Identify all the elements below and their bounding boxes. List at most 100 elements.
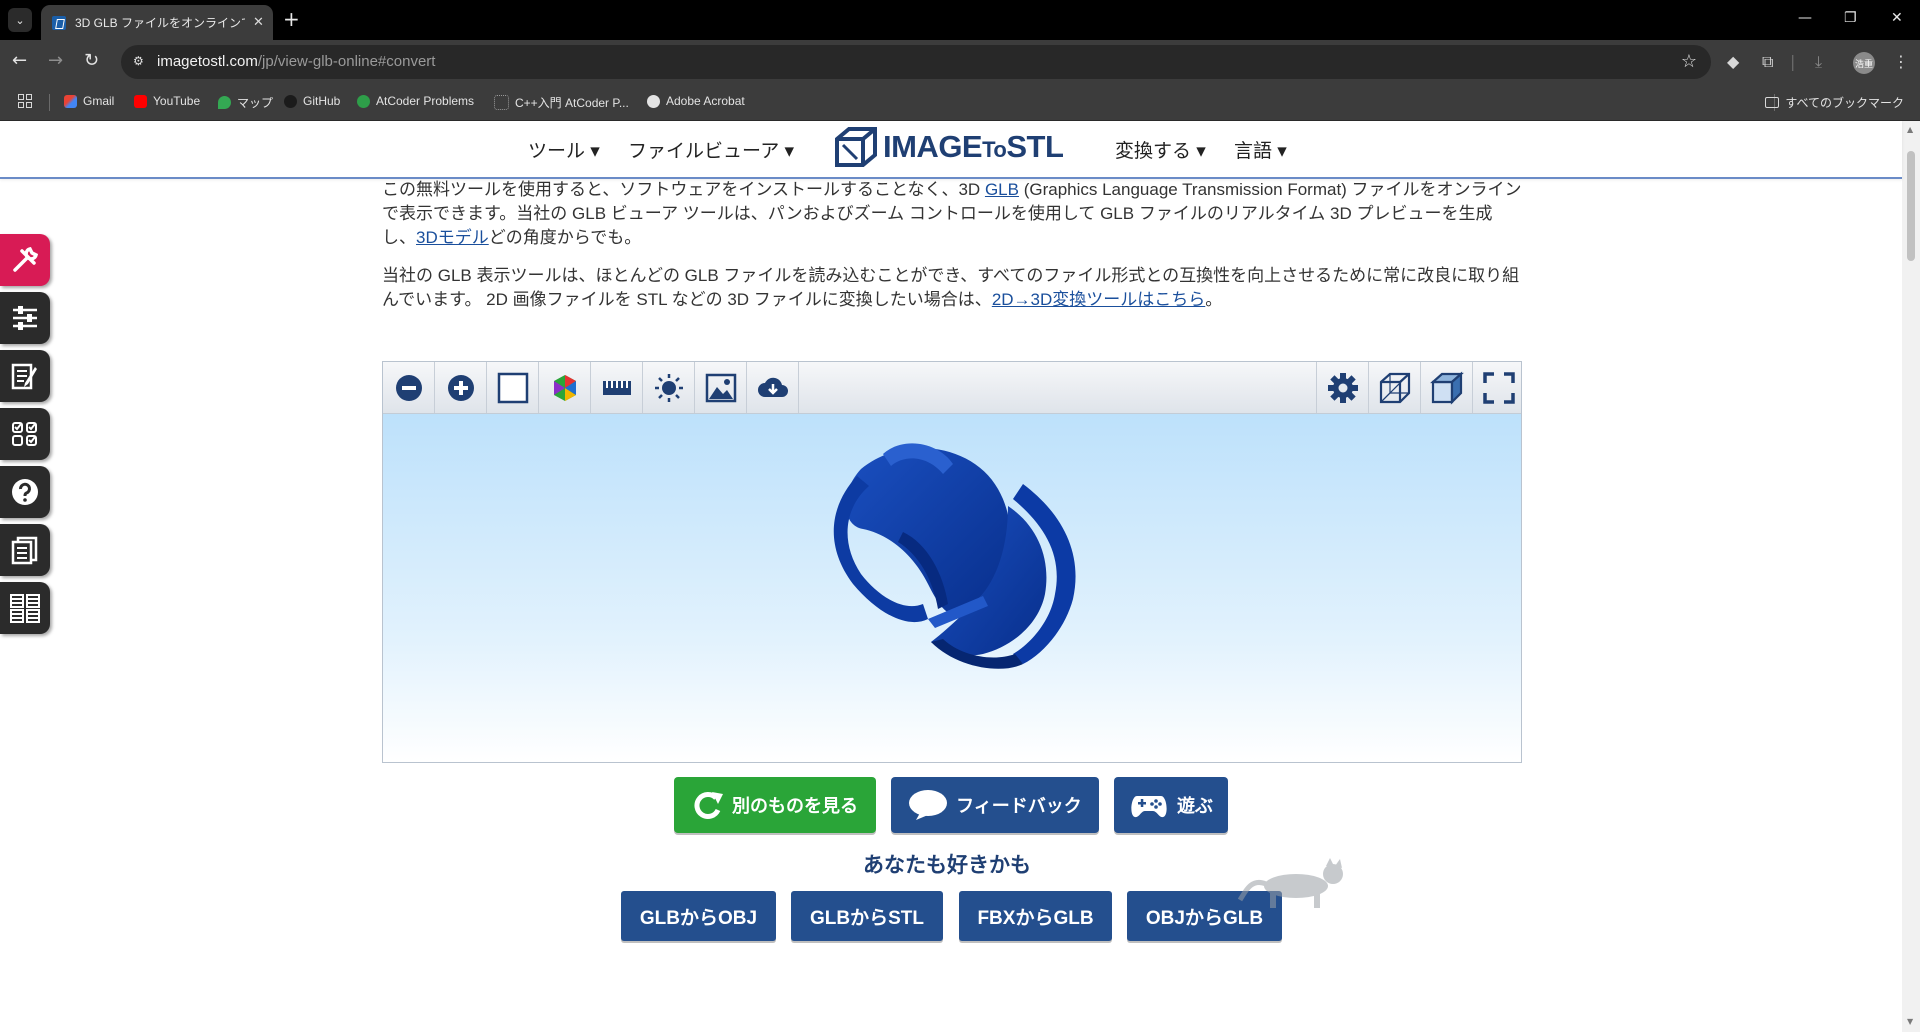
solid-view-button[interactable] [1420, 362, 1472, 413]
side-edit-tab[interactable] [0, 350, 50, 402]
3d-model-link[interactable]: 3Dモデル [416, 228, 489, 247]
menu-kebab-icon[interactable]: ⋮ [1893, 52, 1909, 71]
acrobat-icon [647, 94, 660, 108]
glb-link[interactable]: GLB [985, 180, 1019, 199]
bookmarks-bar: Gmail YouTube マップ GitHub AtCoder Problem… [0, 84, 1920, 121]
checklist-icon [12, 422, 37, 446]
bookmark-maps[interactable]: マップ [218, 94, 273, 111]
edit-notes-icon [11, 363, 37, 390]
side-settings-tab[interactable] [0, 292, 50, 344]
side-tools-tab[interactable] [0, 234, 50, 286]
3d-viewport[interactable] [383, 414, 1521, 762]
scroll-thumb[interactable] [1907, 151, 1915, 261]
menu-tools[interactable]: ツール ▾ [528, 136, 600, 163]
image-icon [705, 373, 736, 402]
forward-arrow-icon[interactable]: → [48, 51, 63, 71]
maps-pin-icon [218, 96, 231, 109]
profile-avatar[interactable]: 浩重 [1853, 52, 1875, 74]
menu-language[interactable]: 言語 ▾ [1234, 136, 1287, 163]
side-documents-tab[interactable] [0, 524, 50, 576]
glb-to-obj-button[interactable]: GLBからOBJ [621, 891, 776, 941]
glb-viewer [382, 361, 1522, 763]
all-bookmarks-button[interactable]: すべてのブックマーク [1765, 94, 1904, 111]
site-favicon-icon [52, 15, 66, 30]
fullscreen-button[interactable] [1472, 362, 1524, 413]
download-model-button[interactable] [747, 362, 799, 413]
menu-convert[interactable]: 変換する ▾ [1115, 136, 1206, 163]
wireframe-button[interactable] [1368, 362, 1420, 413]
browser-toolbar: ← → ↻ ⚙ imagetostl.com/jp/view-glb-onlin… [0, 40, 1920, 84]
side-help-tab[interactable] [0, 466, 50, 518]
viewer-toolbar [383, 362, 1521, 414]
page-icon [494, 95, 509, 110]
view-another-button[interactable]: 別のものを見る [674, 777, 876, 833]
side-checklist-tab[interactable] [0, 408, 50, 460]
grid-ruler-button[interactable] [591, 362, 643, 413]
web-page: ツール ▾ ファイルビューア ▾ IMAGEToSTL 変換する ▾ 言語 ▾ … [0, 121, 1920, 1032]
color-palette-icon [553, 374, 576, 401]
extension-translate-icon[interactable]: ◆ [1727, 52, 1739, 71]
screenshot-button[interactable] [695, 362, 747, 413]
site-info-icon[interactable]: ⚙ [133, 54, 149, 70]
bookmark-cpp-intro[interactable]: C++入門 AtCoder P... [494, 94, 629, 111]
tab-search-chevron-icon[interactable]: ⌄ [8, 8, 32, 32]
gmail-icon [64, 94, 77, 108]
refresh-arrow-icon [694, 792, 723, 819]
menu-file-viewer[interactable]: ファイルビューア ▾ [628, 136, 794, 163]
side-grid-tab[interactable] [0, 582, 50, 634]
cat-mascot-icon [1238, 858, 1343, 908]
bookmark-adobe-acrobat[interactable]: Adobe Acrobat [647, 94, 745, 108]
minimize-icon[interactable]: — [1798, 10, 1812, 26]
zoom-in-button[interactable] [435, 362, 487, 413]
back-arrow-icon[interactable]: ← [12, 51, 27, 71]
site-logo[interactable]: IMAGEToSTL [833, 125, 1064, 169]
viewer-settings-button[interactable] [1316, 362, 1368, 413]
fbx-to-glb-button[interactable]: FBXからGLB [959, 891, 1112, 941]
reload-icon[interactable]: ↻ [84, 51, 99, 71]
lighting-button[interactable] [643, 362, 695, 413]
background-color-button[interactable] [487, 362, 539, 413]
gear-icon [1327, 372, 1358, 403]
page-scrollbar[interactable]: ▲ ▼ [1902, 121, 1920, 1032]
address-bar[interactable]: ⚙ imagetostl.com/jp/view-glb-online#conv… [121, 45, 1711, 79]
extensions-puzzle-icon[interactable]: ⧉ [1762, 52, 1773, 72]
compatibility-paragraph: 当社の GLB 表示ツールは、ほとんどの GLB ファイルを読み込むことができ、… [382, 266, 1520, 309]
browser-tab-active[interactable]: 3D GLB ファイルをオンラインで表示 ✕ [41, 5, 273, 40]
sliders-icon [13, 306, 37, 330]
logo-text: IMAGEToSTL [883, 129, 1064, 164]
solid-cube-icon [1429, 371, 1464, 405]
tab-title: 3D GLB ファイルをオンラインで表示 [75, 16, 245, 30]
cloud-download-icon [757, 377, 788, 397]
wireframe-cube-icon [1379, 372, 1410, 403]
restore-icon[interactable]: ❐ [1844, 10, 1857, 26]
glb-to-stl-button[interactable]: GLBからSTL [791, 891, 943, 941]
bookmark-atcoder-problems[interactable]: AtCoder Problems [357, 94, 474, 108]
toolbar-divider: | [1790, 52, 1796, 71]
site-header: ツール ▾ ファイルビューア ▾ IMAGEToSTL 変換する ▾ 言語 ▾ [0, 121, 1902, 179]
3d-model-render[interactable] [383, 414, 1521, 762]
help-question-icon [12, 479, 38, 505]
github-icon [284, 94, 297, 108]
speech-bubble-icon [909, 790, 948, 820]
zoom-out-button[interactable] [383, 362, 435, 413]
bookmark-gmail[interactable]: Gmail [64, 94, 114, 108]
2d-to-3d-link[interactable]: 2D→3D変換ツールはこちら [992, 290, 1205, 309]
new-tab-button[interactable]: + [283, 9, 300, 29]
bookmark-youtube[interactable]: YouTube [134, 94, 200, 108]
browser-tab-bar: ⌄ 3D GLB ファイルをオンラインで表示 ✕ + — ❐ ✕ [0, 0, 1920, 40]
apps-grid-icon[interactable] [18, 94, 32, 108]
play-button[interactable]: 遊ぶ [1114, 777, 1228, 833]
url-text[interactable]: imagetostl.com/jp/view-glb-online#conver… [157, 53, 435, 70]
scroll-down-arrow-icon[interactable]: ▼ [1907, 1017, 1913, 1026]
download-icon[interactable]: ⤓ [1815, 52, 1822, 72]
ruler-icon [602, 380, 631, 395]
minus-circle-icon [395, 374, 422, 401]
bookmark-github[interactable]: GitHub [284, 94, 340, 108]
you-may-like-heading: あなたも好きかも [863, 854, 1031, 877]
feedback-button[interactable]: フィードバック [891, 777, 1099, 833]
window-close-icon[interactable]: ✕ [1891, 10, 1903, 26]
scroll-up-arrow-icon[interactable]: ▲ [1907, 125, 1913, 134]
tab-close-icon[interactable]: ✕ [253, 15, 264, 30]
model-color-button[interactable] [539, 362, 591, 413]
bookmark-star-icon[interactable]: ☆ [1681, 51, 1697, 72]
